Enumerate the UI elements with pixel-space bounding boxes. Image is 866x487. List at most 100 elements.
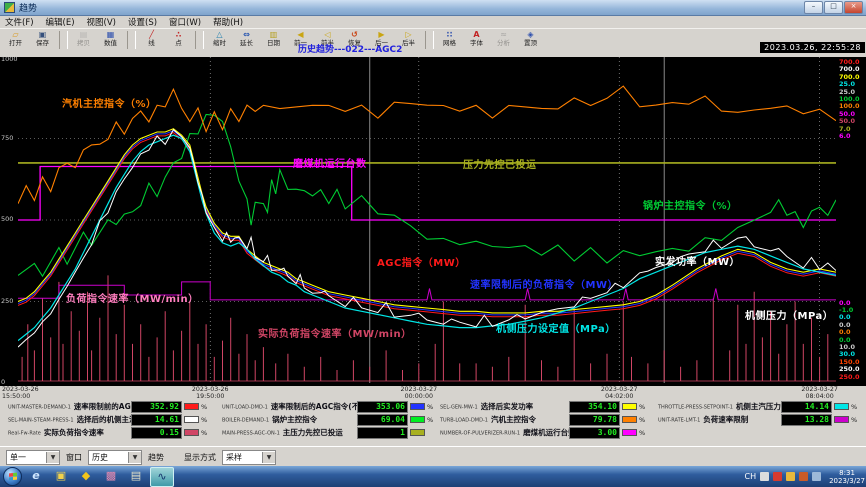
curve-label: 磨煤机运行台数: [293, 155, 367, 170]
toolbar-button-pin[interactable]: ◈置顶: [517, 30, 544, 50]
toolbar-button-grid[interactable]: ∷网格: [436, 30, 463, 50]
menu-item-文[interactable]: 文件(F): [5, 16, 34, 28]
window-controls: –□×: [804, 1, 866, 14]
toolbar-button-floppy[interactable]: ▣保存: [29, 30, 56, 50]
window-title: 趋势: [19, 1, 37, 14]
right-axis-value: 6.0: [839, 133, 860, 140]
taskbar-app-ie[interactable]: e: [25, 467, 47, 485]
legend-row[interactable]: NUMBER-OF-PULVERIZER-RUN-1磨煤机运行台数3.00%: [440, 426, 646, 439]
toolbar-separator: [195, 31, 204, 49]
menu-item-编[interactable]: 编辑(E): [46, 16, 75, 28]
toolbar-button-time-scale[interactable]: △缩时: [206, 30, 233, 50]
x-axis-tick: 2023-03-27 08:04:00: [796, 386, 844, 400]
signal-value: 69.04: [357, 414, 408, 426]
color-swatch: [622, 416, 637, 423]
menu-item-窗[interactable]: 窗口(W): [169, 16, 201, 28]
legend-row[interactable]: SEL-MAIN-STEAM-PRESS-1选择后的机侧主汽压力14.61%: [8, 413, 208, 426]
taskbar-clock[interactable]: 8:31 2023/3/27: [825, 469, 865, 485]
language-indicator[interactable]: CH: [744, 472, 756, 481]
toolbar-button-label: 打开: [2, 39, 29, 47]
signal-value: 14.14: [781, 401, 832, 413]
menu-item-设[interactable]: 设置(S): [128, 16, 157, 28]
toolbar-button-calendar[interactable]: ▥日期: [260, 30, 287, 50]
signal-tag: MAIN-PRESS-AGC-ON-1: [222, 430, 280, 436]
toolbar-button-data-table[interactable]: ▦数值: [97, 30, 124, 50]
source-mode-select[interactable]: 历史 ▼: [88, 450, 142, 465]
taskbar-app-image-app[interactable]: ▩: [100, 467, 122, 485]
window-titlebar[interactable]: 趋势 –□×: [0, 0, 866, 16]
toolbar-button-extend[interactable]: ⇔延长: [233, 30, 260, 50]
speaker-icon[interactable]: [799, 472, 808, 481]
signal-value: 79.78: [569, 414, 620, 426]
signal-tag: NUMBER-OF-PULVERIZER-RUN-1: [440, 430, 520, 436]
display-icon[interactable]: [812, 472, 821, 481]
bottom-controls: 单一 ▼ 窗口 历史 ▼ 趋势 显示方式 采样 ▼: [0, 446, 866, 467]
color-swatch: [184, 403, 199, 410]
curve-选择后实发功率: [18, 129, 836, 313]
right-axis-top-scale: 700.0700.0700.025.025.0100.0100.050.050.…: [839, 59, 860, 140]
signal-unit: %: [427, 416, 434, 424]
chevron-down-icon[interactable]: ▼: [128, 452, 141, 463]
right-axis-value: 250.0: [839, 374, 860, 381]
legend-row[interactable]: BOILER-DEMAND-1锅炉主控指令69.04%: [222, 413, 434, 426]
source-mode-value: 历史: [89, 452, 128, 463]
legend-row[interactable]: TURB-LOAD-DMD-1汽机主控指令79.78%: [440, 413, 646, 426]
window-mode-select[interactable]: 单一 ▼: [6, 450, 60, 465]
next-one-icon: ▶: [368, 30, 395, 39]
signal-tag: Real-Fw-Rate: [8, 430, 41, 436]
legend-row[interactable]: UNIT-LOAD-DMD-1速率限制后的AGC指令(不包含一次调频 ...35…: [222, 400, 434, 413]
signal-description: 实际负荷指令速率: [44, 427, 131, 438]
signal-value: 1: [357, 427, 408, 439]
taskbar-app-files-app[interactable]: ▣: [50, 467, 72, 485]
toolbar-button-folder-open[interactable]: ▱打开: [2, 30, 29, 50]
curve-label: 机侧压力（MPa）: [745, 307, 833, 322]
display-mode-label: 显示方式: [184, 452, 216, 463]
copy-icon: ▤: [70, 30, 97, 39]
taskbar-app-clipboard-app[interactable]: ▤: [125, 467, 147, 485]
prev-half-icon: ◁: [314, 30, 341, 39]
toolbar-button-label: 线: [138, 39, 165, 47]
menu-item-帮[interactable]: 帮助(H): [213, 16, 243, 28]
menu-bar: 文件(F) 编辑(E) 视图(V) 设置(S) 窗口(W) 帮助(H): [0, 16, 866, 28]
signal-tag: UNIT-MASTER-DEMAND-1: [8, 404, 71, 410]
extend-icon: ⇔: [233, 30, 260, 39]
toolbar-button-font[interactable]: A字体: [463, 30, 490, 50]
legend-row[interactable]: MAIN-PRESS-AGC-ON-1主压力先控已投运1: [222, 426, 434, 439]
prev-one-icon: ◀: [287, 30, 314, 39]
signal-tag: TURB-LOAD-DMD-1: [440, 417, 488, 423]
x-axis-labels: 2023-03-26 15:50:002023-03-26 19:50:0020…: [0, 386, 866, 400]
legend-row[interactable]: SEL-GEN-MW-1选择后实发功率354.10%: [440, 400, 646, 413]
x-axis-tick: 2023-03-27 00:00:00: [395, 386, 443, 400]
legend-column: SEL-GEN-MW-1选择后实发功率354.10%TURB-LOAD-DMD-…: [440, 400, 646, 439]
font-icon: A: [463, 30, 490, 39]
update-icon[interactable]: [786, 472, 795, 481]
signal-value: 0.15: [131, 427, 182, 439]
signal-description: 速率限制后的AGC指令(不包含一次调频 ...: [271, 401, 357, 412]
curve-label: 实际负荷指令速率（MW/min）: [258, 325, 412, 340]
legend-row[interactable]: UNIT-MASTER-DEMAND-1速率限制前的AGC指令352.92%: [8, 400, 208, 413]
start-button[interactable]: [3, 467, 22, 486]
minimize-button[interactable]: –: [804, 1, 823, 14]
close-button[interactable]: ×: [844, 1, 863, 14]
trend-chart[interactable]: 10007505002500 700.0700.0700.025.025.010…: [0, 57, 866, 386]
next-half-icon: ▷: [395, 30, 422, 39]
legend-row[interactable]: UNIT-RATE-LMT-1负荷速率限制13.28%: [658, 413, 858, 426]
maximize-button[interactable]: □: [824, 1, 843, 14]
taskbar-app-tools-app[interactable]: ◆: [75, 467, 97, 485]
toolbar-button-point[interactable]: ∴点: [165, 30, 192, 50]
taskbar-app-trend-app[interactable]: ∿: [150, 467, 174, 487]
flag-icon[interactable]: [773, 472, 782, 481]
toolbar-button-line[interactable]: ╱线: [138, 30, 165, 50]
chevron-down-icon[interactable]: ▼: [46, 452, 59, 463]
signal-tag: SEL-GEN-MW-1: [440, 404, 478, 410]
curve-label: 实发功率（MW）: [655, 253, 740, 268]
folder-open-icon: ▱: [2, 30, 29, 39]
display-mode-select[interactable]: 采样 ▼: [222, 450, 276, 465]
chevron-down-icon[interactable]: ▼: [262, 452, 275, 463]
legend-row[interactable]: Real-Fw-Rate实际负荷指令速率0.15%: [8, 426, 208, 439]
legend-row[interactable]: THROTTLE-PRESS-SETPOINT-1机侧主汽压力设定值14.14%: [658, 400, 858, 413]
menu-item-视[interactable]: 视图(V): [87, 16, 116, 28]
keyboard-icon[interactable]: [760, 472, 769, 481]
curve-速率限制后的AGC指令: [18, 131, 836, 315]
toolbar: ▱打开▣保存▤拷贝▦数值╱线∴点△缩时⇔延长▥日期◀前一◁前半↺恢复▶后一▷后半…: [0, 28, 866, 51]
